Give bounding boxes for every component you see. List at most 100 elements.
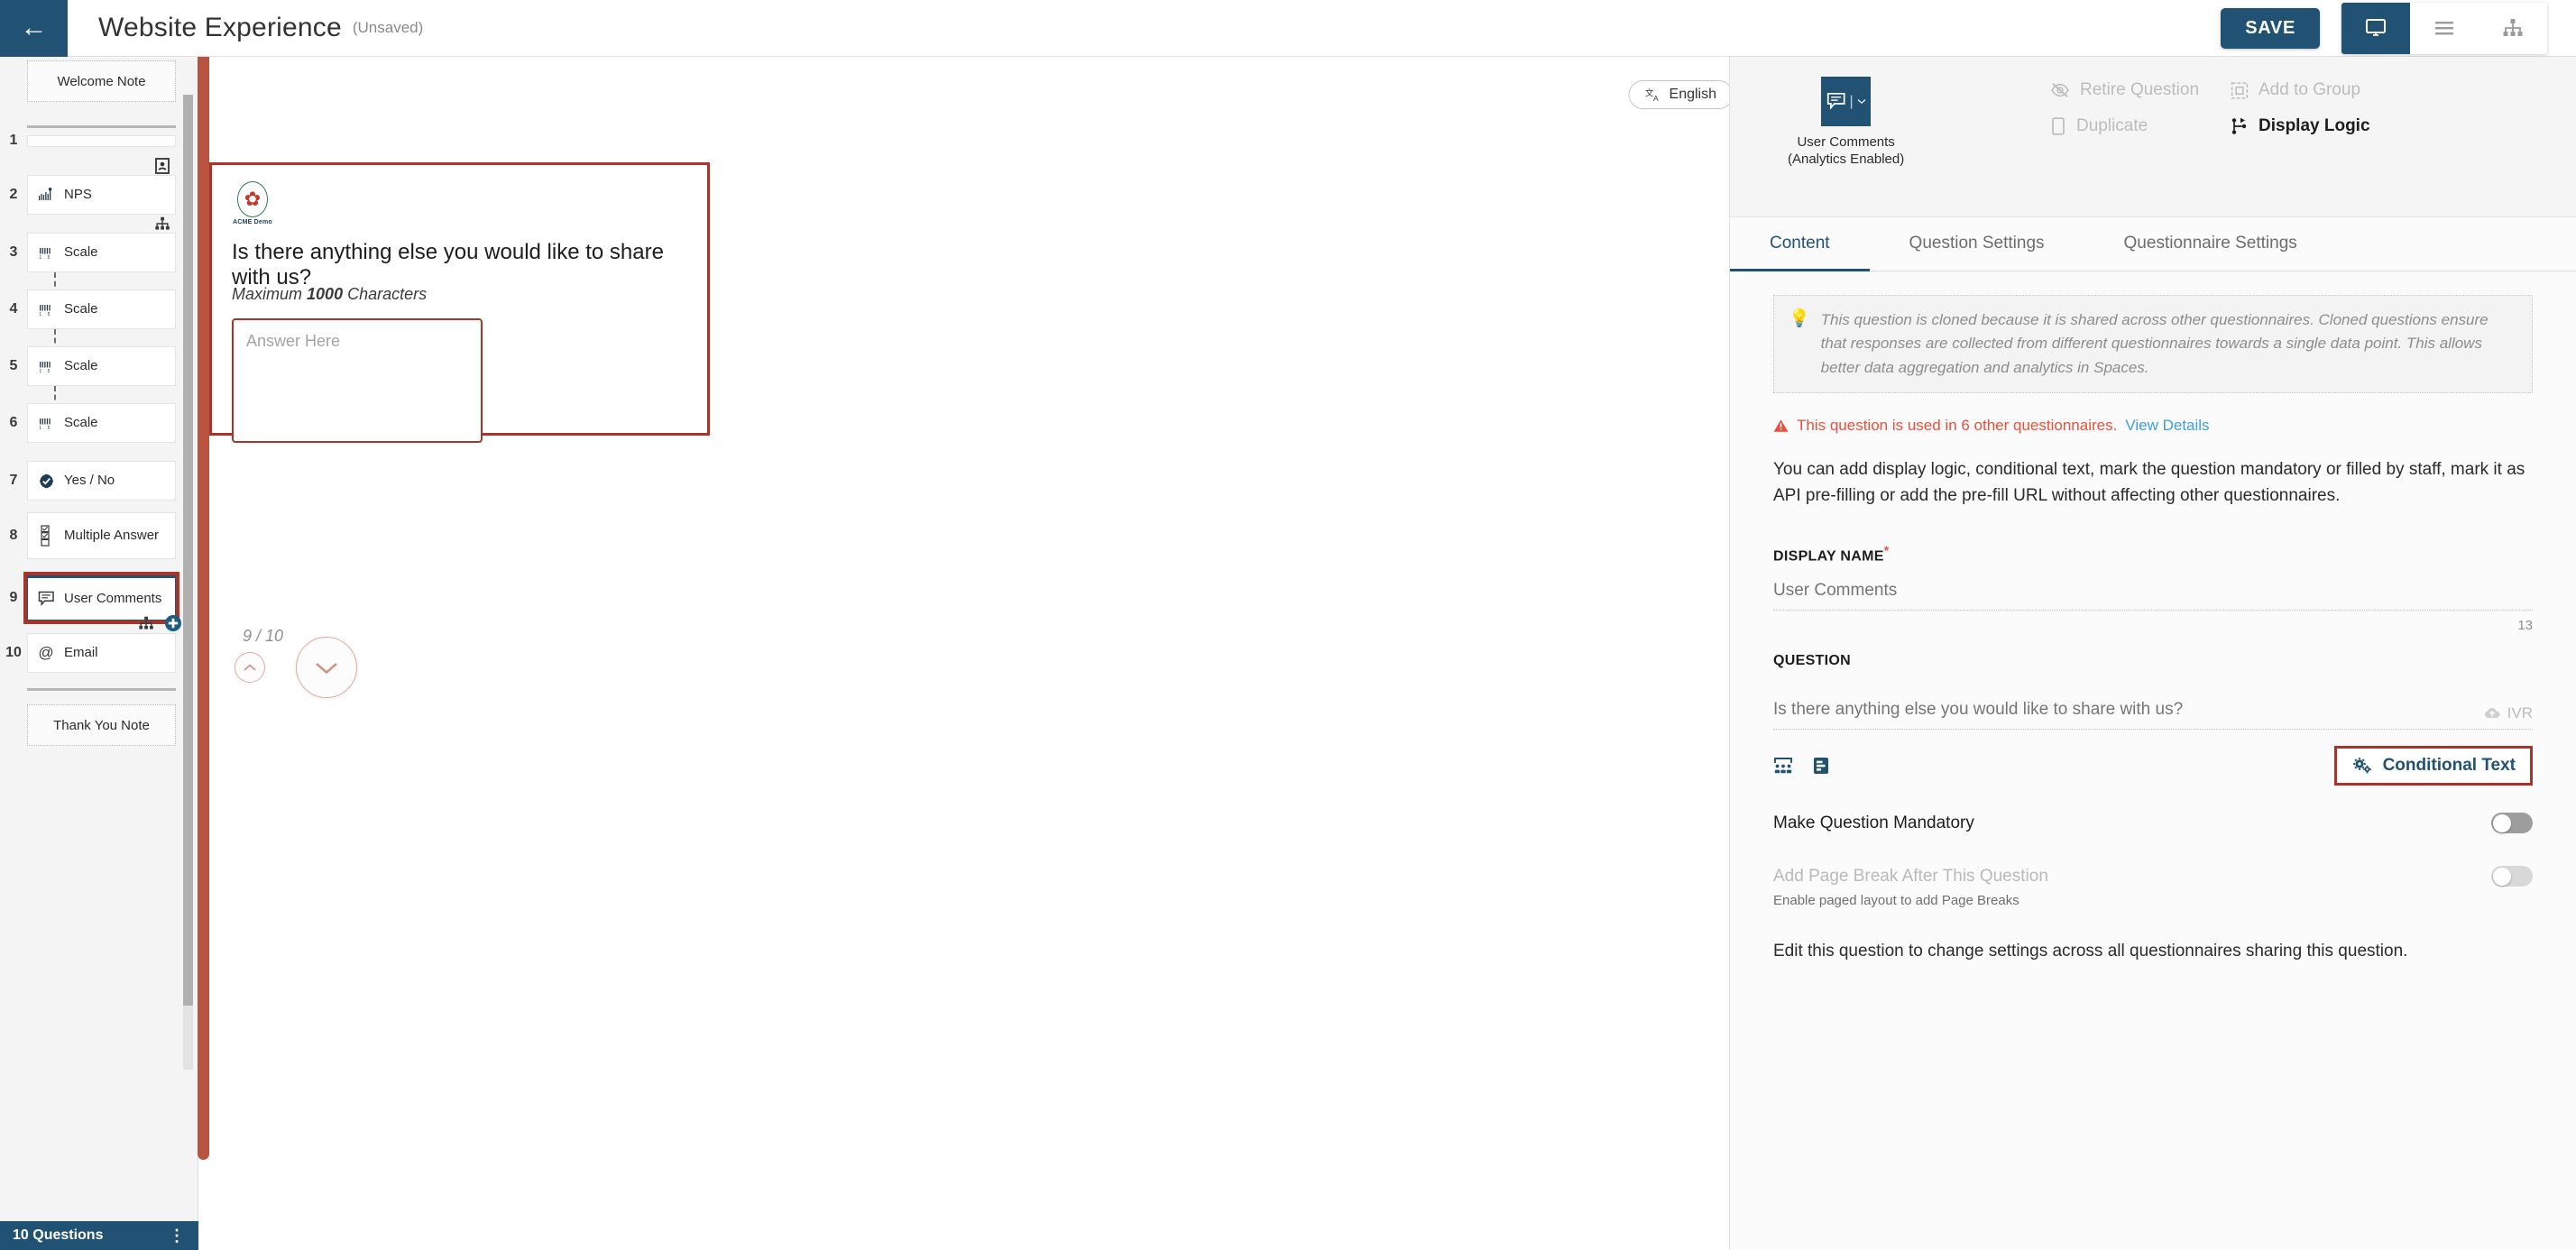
footer-menu-icon[interactable]: ⋮ [169, 1227, 186, 1245]
sidebar-scrollbar-thumb[interactable] [183, 95, 193, 1006]
sidebar-item-number: 1 [9, 133, 18, 148]
sidebar-item-1[interactable]: 1 [0, 133, 185, 149]
sidebar-item-6[interactable]: 6 1 5 Scale [0, 403, 185, 443]
view-details-link[interactable]: View Details [2125, 417, 2209, 435]
sidebar-item-number: 9 [9, 590, 18, 605]
edit-question-note: Edit this question to change settings ac… [1773, 942, 2408, 961]
sidebar-item-10[interactable]: 10 @ Email [0, 633, 185, 673]
save-button[interactable]: SAVE [2221, 7, 2320, 49]
display-name-label-text: DISPLAY NAME [1773, 548, 1884, 565]
question-card[interactable]: Multiple Answer [27, 512, 176, 559]
question-type-badge: | User Comments (Analytics Enabled) [1788, 77, 1904, 169]
display-name-input[interactable] [1773, 581, 2533, 611]
question-card-label: Scale [64, 244, 98, 261]
question-card[interactable]: Yes / No [27, 461, 176, 501]
translate-icon: 文 A [1646, 87, 1660, 103]
previous-question-button[interactable] [235, 652, 265, 683]
retire-question-button[interactable]: Retire Question [2050, 80, 2231, 100]
question-preview-canvas: 文 A English ✿ ACME Demo Is there anythin… [209, 57, 1729, 1250]
sidebar-item-3[interactable]: 3 1 5 Scale [0, 233, 185, 272]
mandatory-label: Make Question Mandatory [1773, 813, 1974, 832]
sidebar-item-number: 7 [9, 473, 18, 488]
mandatory-toggle[interactable] [2491, 813, 2533, 834]
thank-you-note-card[interactable]: Thank You Note [27, 704, 176, 746]
checkbox-list-icon [37, 525, 55, 547]
question-card-label: Scale [64, 415, 98, 431]
top-bar-actions: SAVE [2221, 2, 2576, 54]
at-sign-icon: @ [38, 644, 54, 661]
question-card-label: Multiple Answer [64, 528, 160, 544]
contact-card-icon[interactable] [155, 158, 170, 174]
question-tools-row: Conditional Text [1773, 746, 2533, 786]
language-selector[interactable]: 文 A English [1628, 80, 1729, 109]
question-input[interactable] [1773, 700, 2533, 731]
page-title: Website Experience [98, 13, 342, 42]
max-value: 1000 [307, 285, 344, 303]
view-mode-group [2341, 2, 2547, 54]
warning-text: This question is used in 6 other questio… [1797, 417, 2118, 435]
sidebar-item-7[interactable]: 7 Yes / No [0, 461, 185, 501]
view-list-button[interactable] [2410, 2, 2479, 54]
question-type-button[interactable]: | [1821, 77, 1872, 126]
question-card-label: Email [64, 645, 98, 661]
question-card-selected[interactable]: User Comments [23, 572, 179, 624]
active-question-indicator-bar [198, 57, 209, 1160]
question-card-label: Yes / No [64, 473, 115, 489]
sidebar-item-8[interactable]: 8 Multiple Answer [0, 512, 185, 559]
max-prefix: Maximum [232, 285, 303, 303]
scale-icon: 1 5 [37, 245, 55, 260]
sidebar-item-number: 6 [9, 415, 18, 430]
question-card[interactable]: 1 5 Scale [27, 233, 176, 272]
sitemap-icon[interactable] [153, 216, 171, 231]
view-tree-button[interactable] [2479, 2, 2547, 54]
sidebar-item-9[interactable]: 9 User Comments [0, 572, 185, 624]
audience-icon[interactable] [1773, 757, 1793, 775]
view-desktop-button[interactable] [2341, 2, 2410, 54]
question-card[interactable]: 1 5 Scale [27, 290, 176, 329]
format-icon[interactable] [1813, 757, 1829, 775]
list-icon [2435, 22, 2453, 35]
answer-textarea[interactable]: Answer Here [232, 318, 483, 443]
sidebar-footer: 10 Questions ⋮ [0, 1221, 198, 1250]
display-logic-button[interactable]: Display Logic [2231, 116, 2537, 136]
sidebar-item-number: 8 [9, 528, 18, 543]
chevron-down-icon [1857, 99, 1866, 105]
ivr-upload-button[interactable]: IVR [2483, 704, 2533, 722]
question-field-row: IVR [1773, 684, 2533, 731]
svg-text:1: 1 [39, 255, 41, 260]
panel-description: You can add display logic, conditional t… [1773, 460, 2525, 505]
unsaved-badge: (Unsaved) [352, 19, 424, 36]
nps-chart-icon [37, 188, 55, 202]
sidebar-item-2[interactable]: 2 NPS [0, 175, 185, 215]
question-card[interactable]: 1 5 Scale [27, 403, 176, 443]
welcome-note-card[interactable]: Welcome Note [27, 60, 176, 102]
question-card[interactable]: NPS [27, 175, 176, 215]
page-break-toggle[interactable] [2491, 866, 2533, 887]
tab-questionnaire-settings[interactable]: Questionnaire Settings [2084, 217, 2337, 271]
sidebar-item-4[interactable]: 4 1 5 Scale [0, 290, 185, 329]
eye-slash-icon [2051, 83, 2069, 97]
question-card[interactable]: @ Email [27, 633, 176, 673]
sidebar-divider-bottom [27, 688, 176, 691]
question-type-sublabel: (Analytics Enabled) [1788, 151, 1905, 167]
question-card-label: Scale [64, 358, 98, 374]
sidebar-item-5[interactable]: 5 1 5 Scale [0, 346, 185, 386]
scale-icon: 1 5 [37, 359, 55, 373]
duplicate-button[interactable]: Duplicate [2050, 116, 2231, 136]
add-to-group-button[interactable]: Add to Group [2231, 80, 2537, 100]
required-asterisk: * [1883, 543, 1890, 558]
question-card[interactable] [27, 134, 176, 147]
brand-name: ACME Demo [233, 219, 272, 225]
question-card[interactable]: 1 5 Scale [27, 346, 176, 386]
conditional-text-button[interactable]: Conditional Text [2333, 746, 2533, 786]
tab-question-settings[interactable]: Question Settings [1870, 217, 2084, 271]
add-question-button[interactable] [164, 614, 182, 632]
svg-text:5: 5 [48, 426, 51, 430]
conditional-text-label: Conditional Text [2382, 756, 2516, 776]
tab-content[interactable]: Content [1730, 217, 1870, 271]
next-question-button[interactable] [296, 637, 357, 698]
back-button[interactable]: ← [0, 0, 68, 57]
sitemap-icon [2503, 19, 2523, 36]
gears-icon [2352, 758, 2371, 774]
sitemap-icon[interactable] [137, 616, 155, 630]
